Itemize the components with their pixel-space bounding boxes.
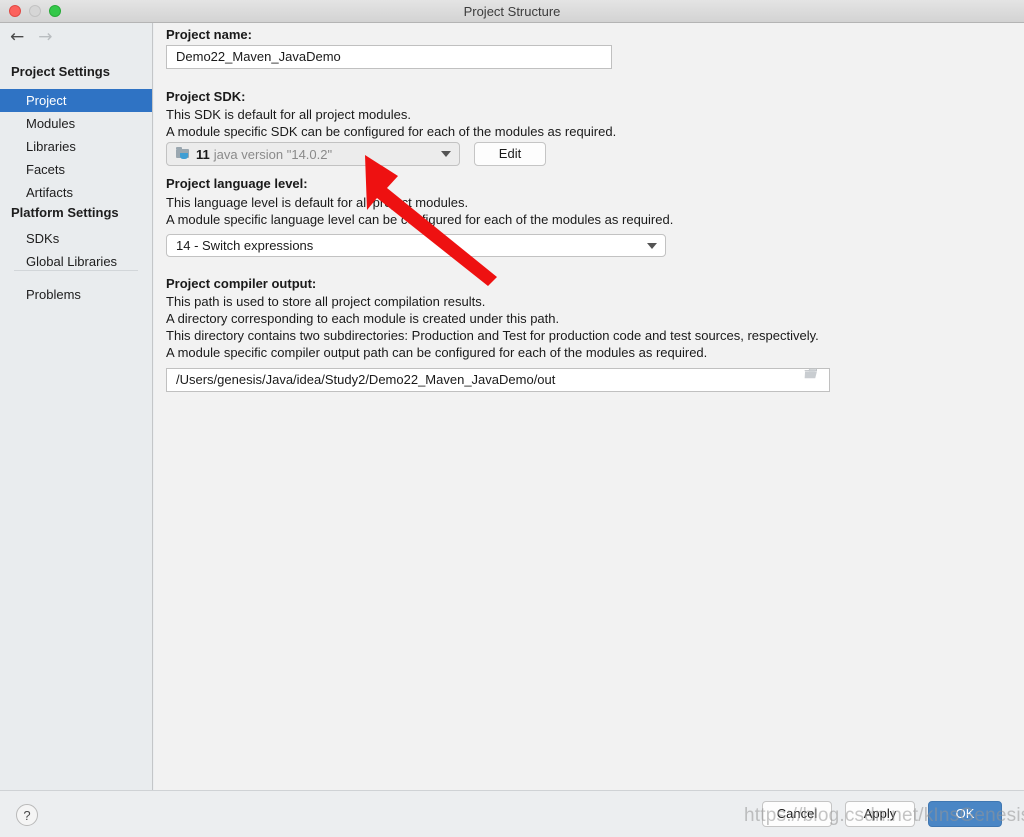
chevron-down-icon[interactable]	[441, 151, 451, 157]
back-arrow-icon[interactable]: ←	[10, 29, 24, 46]
forward-arrow-icon[interactable]: →	[38, 29, 52, 46]
browse-folder-icon[interactable]	[804, 368, 818, 380]
language-level-desc-1: This language level is default for all p…	[166, 195, 469, 210]
project-name-label: Project name:	[166, 27, 252, 42]
chevron-down-icon[interactable]	[647, 242, 657, 249]
sidebar-item-modules[interactable]: Modules	[0, 112, 152, 135]
compiler-output-desc-4: A module specific compiler output path c…	[166, 345, 708, 360]
title-bar: Project Structure	[0, 0, 1024, 23]
compiler-output-desc-2: A directory corresponding to each module…	[166, 311, 560, 326]
project-sdk-desc-1: This SDK is default for all project modu…	[166, 107, 411, 122]
window-title: Project Structure	[463, 4, 561, 19]
compiler-output-input[interactable]: /Users/genesis/Java/idea/Study2/Demo22_M…	[166, 368, 830, 392]
language-level-value: 14 - Switch expressions	[176, 238, 314, 253]
sidebar-group-platform-settings: Platform Settings	[11, 205, 119, 220]
edit-sdk-button[interactable]: Edit	[474, 142, 546, 166]
project-structure-dialog: Project Structure ← → Project Settings P…	[0, 0, 1024, 837]
language-level-desc-2: A module specific language level can be …	[166, 212, 674, 227]
sidebar-separator	[14, 270, 138, 271]
sidebar-item-facets[interactable]: Facets	[0, 158, 152, 181]
project-sdk-detail: java version "14.0.2"	[213, 146, 333, 162]
java-sdk-icon	[176, 146, 191, 161]
compiler-output-label: Project compiler output:	[166, 276, 317, 291]
navigation-arrows: ← →	[10, 29, 53, 46]
sidebar-item-sdks[interactable]: SDKs	[0, 227, 152, 250]
compiler-output-desc-3: This directory contains two subdirectori…	[166, 328, 819, 343]
sidebar-item-libraries[interactable]: Libraries	[0, 135, 152, 158]
settings-sidebar: ← → Project Settings Project Modules Lib…	[0, 23, 153, 790]
watermark-text: https://blog.csdn.net/kInsGenesis	[744, 805, 1024, 826]
language-level-combobox[interactable]: 14 - Switch expressions	[166, 234, 666, 257]
project-name-input[interactable]: Demo22_Maven_JavaDemo	[166, 45, 612, 69]
project-sdk-label: Project SDK:	[166, 89, 246, 104]
project-sdk-desc-2: A module specific SDK can be configured …	[166, 124, 617, 139]
project-sdk-version: 11	[196, 146, 210, 162]
project-sdk-combobox[interactable]: 11 java version "14.0.2"	[166, 142, 460, 166]
compiler-output-desc-1: This path is used to store all project c…	[166, 294, 486, 309]
sidebar-item-problems[interactable]: Problems	[0, 283, 152, 306]
sidebar-item-project[interactable]: Project	[0, 89, 152, 112]
help-button[interactable]: ?	[16, 804, 38, 826]
sidebar-group-project-settings: Project Settings	[11, 64, 110, 79]
language-level-label: Project language level:	[166, 176, 308, 191]
project-settings-panel: Project name: Demo22_Maven_JavaDemo Proj…	[154, 23, 1024, 790]
sidebar-item-artifacts[interactable]: Artifacts	[0, 181, 152, 204]
